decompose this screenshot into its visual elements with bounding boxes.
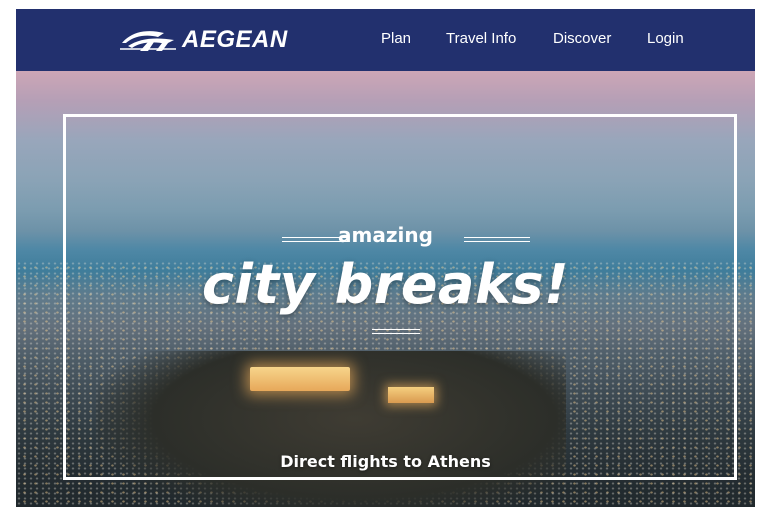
kicker-divider-right (464, 237, 530, 242)
hero-headline: city breaks! (201, 253, 570, 316)
nav-link-travel-info[interactable]: Travel Info (446, 30, 516, 47)
hero-banner[interactable]: amazing city breaks! Direct flights to A… (16, 71, 755, 507)
nav-link-login[interactable]: Login (647, 30, 684, 47)
brand-name: AEGEAN (182, 26, 288, 53)
aegean-bird-logo-icon (120, 31, 176, 51)
hero-kicker: amazing (338, 223, 433, 247)
top-navigation-bar: AEGEAN Plan Travel Info Discover Login (16, 9, 755, 71)
brand-logo-link[interactable]: AEGEAN (118, 22, 288, 58)
nav-link-plan[interactable]: Plan (381, 30, 411, 47)
hero-caption-link[interactable]: Direct flights to Athens (16, 452, 755, 471)
headline-divider (372, 329, 420, 334)
page-frame: AEGEAN Plan Travel Info Discover Login a… (16, 9, 755, 507)
nav-link-discover[interactable]: Discover (553, 30, 611, 47)
